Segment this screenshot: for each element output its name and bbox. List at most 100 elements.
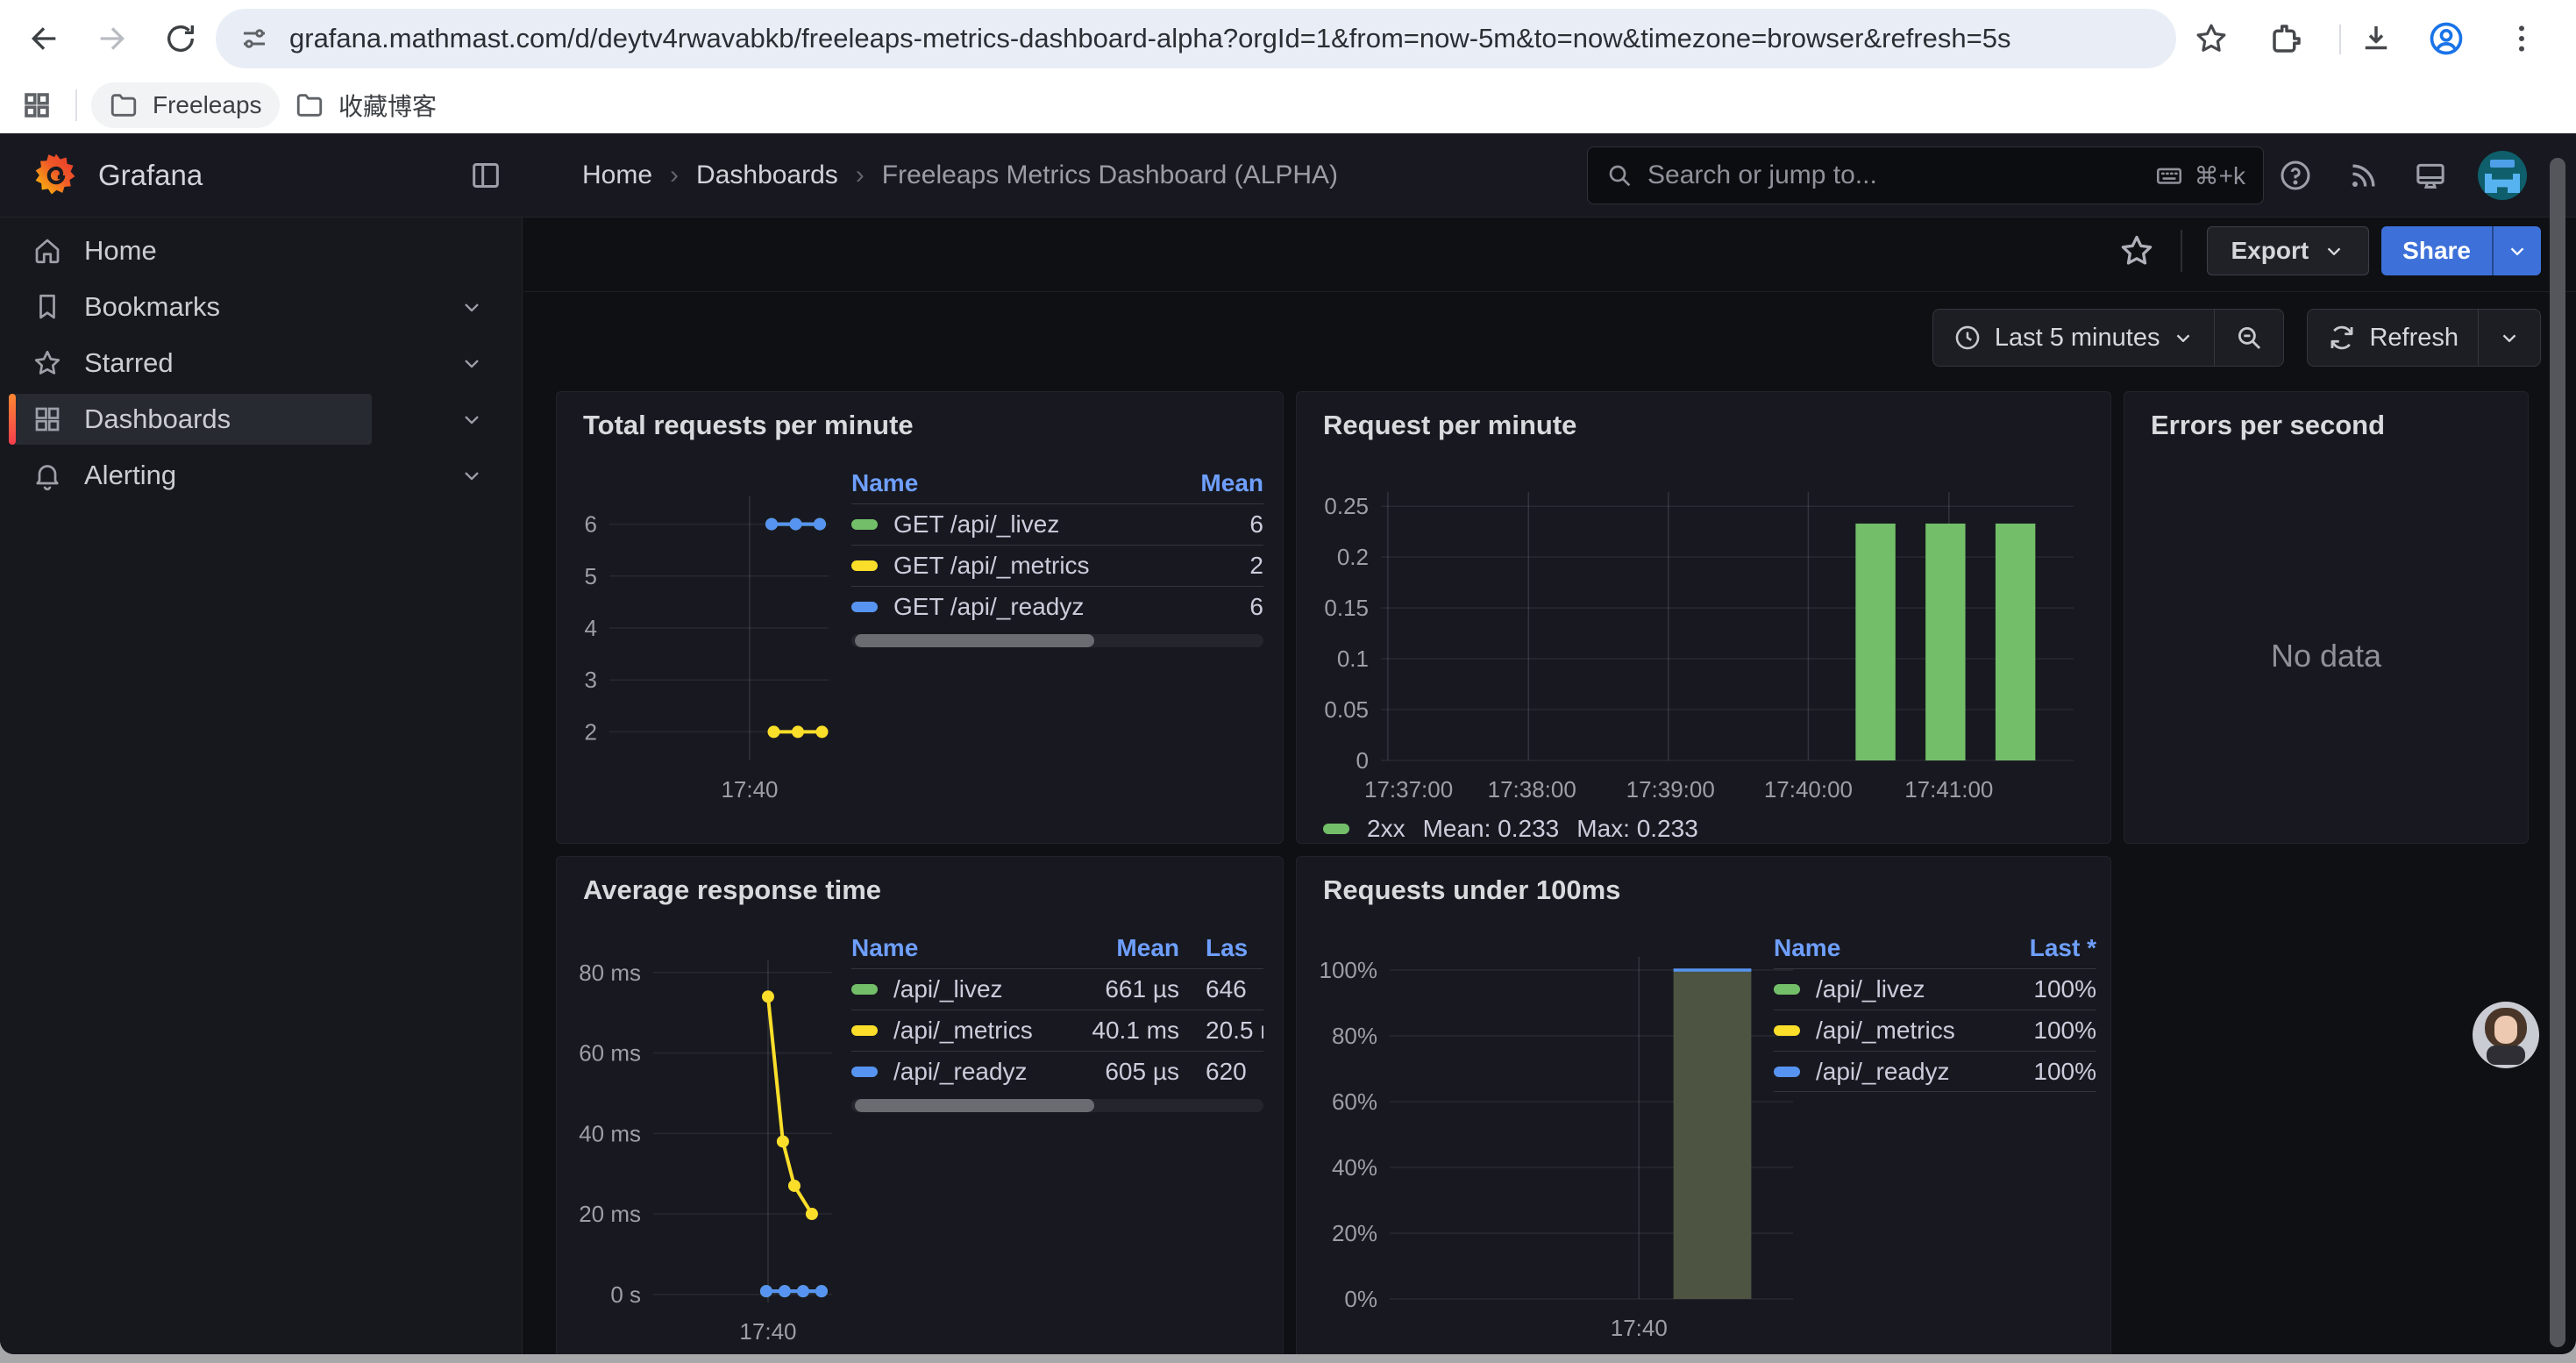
display-button[interactable] xyxy=(2413,158,2448,193)
legend-inline[interactable]: 2xx Mean: 0.233 Max: 0.233 xyxy=(1323,815,1698,843)
panel-title: Total requests per minute xyxy=(583,410,914,441)
help-button[interactable] xyxy=(2278,158,2313,193)
dock-menu-icon xyxy=(468,158,503,193)
legend-row[interactable]: GET /api/_livez 6 xyxy=(851,503,1263,545)
legend-row[interactable]: /api/_readyz 605 µs 620 xyxy=(851,1051,1263,1092)
scrollbar-thumb[interactable] xyxy=(855,1099,1094,1112)
series-swatch xyxy=(851,602,878,612)
scrollbar-thumb[interactable] xyxy=(855,634,1094,647)
browser-menu-button[interactable] xyxy=(2501,18,2543,60)
breadcrumb-dashboards[interactable]: Dashboards xyxy=(696,161,838,190)
series-name[interactable]: 2xx xyxy=(1367,815,1405,843)
svg-text:100%: 100% xyxy=(1320,957,1378,983)
sidebar-item-alerting[interactable]: Alerting xyxy=(0,447,522,503)
panel-title: Average response time xyxy=(583,874,881,906)
star-icon xyxy=(2193,20,2230,57)
bookmark-folder-blogs[interactable]: 收藏博客 xyxy=(277,82,454,128)
bookmark-star-button[interactable] xyxy=(2190,18,2232,60)
time-picker-group: Last 5 minutes xyxy=(1932,309,2285,367)
rss-icon xyxy=(2346,158,2381,193)
legend-row[interactable]: /api/_metrics 100% xyxy=(1774,1010,2096,1051)
refresh-interval-toggle[interactable] xyxy=(2479,310,2540,366)
mega-menu-sidebar: Home Bookmarks Starred Dashboards xyxy=(0,218,523,1354)
sidebar-item-dashboards[interactable]: Dashboards xyxy=(0,391,522,447)
news-button[interactable] xyxy=(2346,158,2381,193)
time-controls: Last 5 minutes Refresh xyxy=(1932,309,2541,367)
legend-table: Name Last * /api/_livez 100% /api/_metri… xyxy=(1774,927,2096,1092)
export-button[interactable]: Export xyxy=(2207,226,2369,275)
page-scrollbar[interactable] xyxy=(2550,158,2565,1347)
panel-total-requests[interactable]: Total requests per minute 2345617:40 Nam… xyxy=(556,391,1284,844)
panel-avg-response-time[interactable]: Average response time 0 s20 ms40 ms60 ms… xyxy=(556,856,1284,1354)
svg-text:0.1: 0.1 xyxy=(1337,646,1369,672)
breadcrumb-current: Freeleaps Metrics Dashboard (ALPHA) xyxy=(882,161,1338,190)
legend-scrollbar[interactable] xyxy=(851,634,1263,647)
time-range-picker[interactable]: Last 5 minutes xyxy=(1933,310,2215,366)
legend-row[interactable]: /api/_metrics 40.1 ms 20.5 m xyxy=(851,1010,1263,1051)
legend-row[interactable]: GET /api/_metrics 2 xyxy=(851,545,1263,586)
chevron-down-icon[interactable] xyxy=(459,295,484,319)
legend-row[interactable]: /api/_livez 100% xyxy=(1774,968,2096,1010)
search-icon xyxy=(1605,161,1633,189)
bookmark-folder-freeleaps[interactable]: Freeleaps xyxy=(91,82,280,128)
zoom-out-button[interactable] xyxy=(2215,310,2283,366)
svg-text:0%: 0% xyxy=(1344,1286,1377,1312)
sidebar-item-bookmarks[interactable]: Bookmarks xyxy=(0,279,522,335)
back-button[interactable] xyxy=(19,14,68,63)
legend-header: Name Mean xyxy=(851,462,1263,503)
svg-text:20 ms: 20 ms xyxy=(579,1201,641,1227)
svg-text:17:39:00: 17:39:00 xyxy=(1626,776,1715,803)
panel-request-per-minute[interactable]: Request per minute 00.050.10.150.20.2517… xyxy=(1296,391,2111,844)
chevron-down-icon[interactable] xyxy=(459,351,484,375)
address-bar[interactable]: grafana.mathmast.com/d/deytv4rwavabkb/fr… xyxy=(216,9,2176,68)
svg-text:17:38:00: 17:38:00 xyxy=(1488,776,1576,803)
share-button[interactable]: Share xyxy=(2381,226,2541,275)
user-avatar[interactable] xyxy=(2478,151,2527,200)
svg-text:17:40: 17:40 xyxy=(721,776,778,803)
download-icon xyxy=(2358,20,2395,57)
downloads-button[interactable] xyxy=(2355,18,2397,60)
svg-text:40 ms: 40 ms xyxy=(579,1120,641,1146)
svg-text:40%: 40% xyxy=(1332,1154,1377,1181)
chevron-down-icon[interactable] xyxy=(459,463,484,488)
refresh-button[interactable]: Refresh xyxy=(2308,310,2478,366)
breadcrumb-home[interactable]: Home xyxy=(582,161,652,190)
sidebar-item-starred[interactable]: Starred xyxy=(0,335,522,391)
home-icon xyxy=(32,235,63,267)
chevron-down-icon[interactable] xyxy=(459,407,484,432)
panel-requests-under-100ms[interactable]: Requests under 100ms 0%20%40%60%80%100%1… xyxy=(1296,856,2111,1354)
profile-button[interactable] xyxy=(2425,18,2467,60)
search-input[interactable]: Search or jump to... ⌘+k xyxy=(1587,146,2264,204)
site-controls-icon xyxy=(238,23,270,54)
actions-divider xyxy=(2181,230,2182,272)
assistant-avatar[interactable] xyxy=(2473,1002,2539,1068)
extensions-button[interactable] xyxy=(2266,18,2308,60)
svg-text:0.15: 0.15 xyxy=(1324,595,1369,621)
zoom-out-icon xyxy=(2234,323,2264,353)
reload-button[interactable] xyxy=(156,14,205,63)
avatar-pixel-art xyxy=(2485,174,2520,193)
apps-grid-button[interactable] xyxy=(21,89,53,121)
legend-row[interactable]: GET /api/_readyz 6 xyxy=(851,586,1263,627)
panel-title: Request per minute xyxy=(1323,410,1576,441)
mega-menu-toggle[interactable] xyxy=(468,158,503,193)
forward-button[interactable] xyxy=(88,14,137,63)
chevron-down-icon xyxy=(2172,326,2195,349)
panel-errors-per-second[interactable]: Errors per second No data xyxy=(2124,391,2529,844)
legend-scrollbar[interactable] xyxy=(851,1099,1263,1112)
legend-row[interactable]: /api/_readyz 100% xyxy=(1774,1051,2096,1092)
sidebar-item-home[interactable]: Home xyxy=(0,223,522,279)
toolbar-rule xyxy=(523,291,2576,292)
no-data-message: No data xyxy=(2124,638,2528,674)
favorite-star-button[interactable] xyxy=(2117,232,2156,270)
bookmark-icon xyxy=(32,291,63,323)
legend-row[interactable]: /api/_livez 661 µs 646 xyxy=(851,968,1263,1010)
series-mean: Mean: 0.233 xyxy=(1423,815,1560,843)
sidebar-item-label: Starred xyxy=(84,347,174,379)
svg-text:2: 2 xyxy=(585,718,597,745)
avatar-figure xyxy=(2494,1016,2517,1044)
share-menu-toggle[interactable] xyxy=(2492,226,2541,275)
legend-header: Name Mean Las xyxy=(851,927,1263,968)
dashboards-grid-icon xyxy=(32,403,63,435)
breadcrumb: Home › Dashboards › Freeleaps Metrics Da… xyxy=(582,133,1338,218)
